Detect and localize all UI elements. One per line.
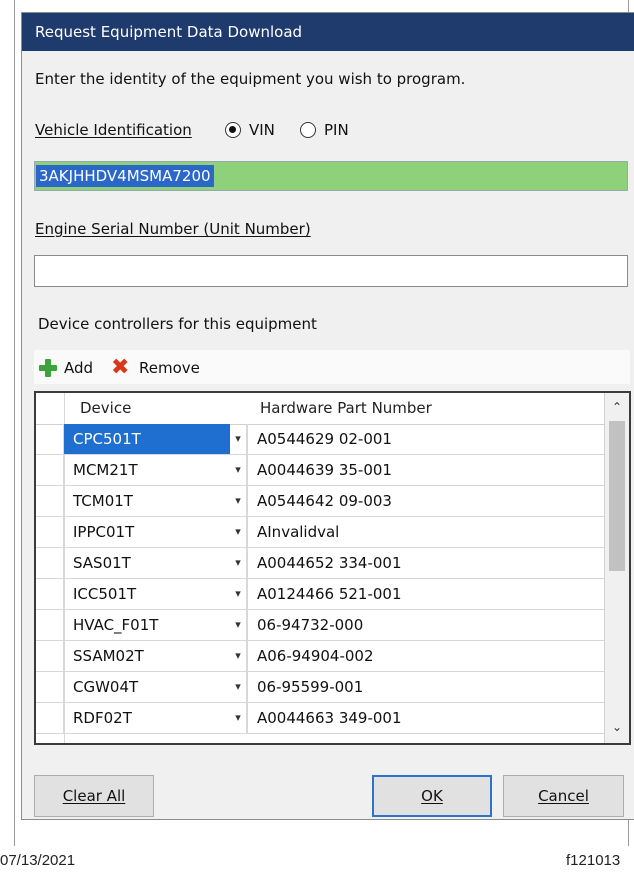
table-row[interactable]: SSAM02T ▾ A06-94904-002 [36, 641, 604, 672]
footer-figure-id: f121013 [566, 852, 621, 869]
hardware-part-cell[interactable]: A0044652 334-001 [247, 548, 604, 578]
pin-radio[interactable] [300, 122, 316, 138]
hardware-part-cell[interactable]: 06-95599-001 [247, 672, 604, 702]
table-row[interactable]: TCM01T ▾ A0544642 09-003 [36, 486, 604, 517]
dialog-title: Request Equipment Data Download [22, 13, 634, 51]
vin-selected-text: 3AKJHHDV4MSMA7200 [36, 165, 214, 187]
dropdown-arrow-icon[interactable]: ▾ [230, 548, 247, 578]
device-controllers-grid: Device Hardware Part Number CPC501T ▾ A054… [34, 391, 631, 745]
dropdown-arrow-icon[interactable]: ▾ [230, 579, 247, 609]
ok-button[interactable]: OK [372, 775, 492, 817]
table-row[interactable]: HVAC_F01T ▾ 06-94732-000 [36, 610, 604, 641]
device-cell[interactable]: HVAC_F01T [64, 610, 230, 640]
red-x-icon[interactable]: ✖ [111, 357, 129, 379]
dropdown-arrow-icon[interactable]: ▾ [230, 486, 247, 516]
row-header[interactable] [36, 610, 64, 641]
cancel-button[interactable]: Cancel [503, 775, 624, 817]
device-cell[interactable]: TCM01T [64, 486, 230, 516]
row-header[interactable] [36, 455, 64, 486]
frame-border-left [14, 0, 15, 846]
grid-scrollbar[interactable]: ⌃ ⌄ [604, 393, 629, 743]
engine-serial-input[interactable] [34, 255, 628, 287]
add-button[interactable]: Add [64, 358, 93, 378]
hardware-part-cell[interactable]: AInvalidval [247, 517, 604, 547]
hardware-part-cell[interactable]: A0544629 02-001 [247, 424, 604, 454]
device-cell[interactable]: MCM21T [64, 455, 230, 485]
device-cell[interactable]: ICC501T [64, 579, 230, 609]
vin-radio[interactable] [225, 122, 241, 138]
dropdown-arrow-icon[interactable]: ▾ [230, 703, 247, 733]
table-row[interactable]: CGW04T ▾ 06-95599-001 [36, 672, 604, 703]
hardware-part-cell[interactable]: 06-94732-000 [247, 610, 604, 640]
device-cell[interactable]: SAS01T [64, 548, 230, 578]
table-row[interactable]: IPPC01T ▾ AInvalidval [36, 517, 604, 548]
hardware-part-cell[interactable]: A0044639 35-001 [247, 455, 604, 485]
hardware-part-cell[interactable]: A0124466 521-001 [247, 579, 604, 609]
cancel-label: Cancel [538, 787, 589, 805]
table-row[interactable]: MCM21T ▾ A0044639 35-001 [36, 455, 604, 486]
row-header[interactable] [36, 579, 64, 610]
row-header[interactable] [36, 424, 64, 455]
dropdown-arrow-icon[interactable]: ▾ [230, 672, 247, 702]
table-row[interactable]: CPC501T ▾ A0544629 02-001 [36, 424, 604, 455]
row-header[interactable] [36, 486, 64, 517]
scroll-up-icon[interactable]: ⌃ [605, 395, 629, 419]
dropdown-arrow-icon[interactable]: ▾ [230, 424, 247, 454]
device-controllers-label: Device controllers for this equipment [38, 315, 317, 333]
table-row[interactable]: RDF02T ▾ A0044663 349-001 [36, 703, 604, 734]
footer-date: 07/13/2021 [0, 852, 76, 869]
pin-radio-label[interactable]: PIN [324, 120, 349, 140]
vin-input[interactable]: 3AKJHHDV4MSMA7200 [34, 161, 628, 191]
device-cell[interactable]: RDF02T [64, 703, 230, 733]
row-header[interactable] [36, 703, 64, 734]
dropdown-arrow-icon[interactable]: ▾ [230, 455, 247, 485]
row-header[interactable] [36, 641, 64, 672]
hardware-part-cell[interactable]: A06-94904-002 [247, 641, 604, 671]
engine-serial-label: Engine Serial Number (Unit Number) [35, 220, 311, 238]
scroll-down-icon[interactable]: ⌄ [605, 715, 629, 739]
remove-button[interactable]: Remove [139, 358, 200, 378]
device-cell[interactable]: SSAM02T [64, 641, 230, 671]
clear-all-button[interactable]: Clear All [34, 775, 154, 817]
hardware-part-cell[interactable]: A0544642 09-003 [247, 486, 604, 516]
column-header-hardware-part-number[interactable]: Hardware Part Number [260, 393, 432, 424]
dropdown-arrow-icon[interactable]: ▾ [230, 610, 247, 640]
row-header[interactable] [36, 548, 64, 579]
grid-header: Device Hardware Part Number [36, 393, 604, 425]
row-header[interactable] [36, 517, 64, 548]
row-header[interactable] [36, 672, 64, 703]
vehicle-identification-label: Vehicle Identification [35, 121, 192, 139]
scroll-thumb[interactable] [609, 421, 625, 571]
green-plus-icon[interactable] [39, 359, 57, 377]
column-header-device[interactable]: Device [80, 393, 131, 424]
table-row[interactable]: SAS01T ▾ A0044652 334-001 [36, 548, 604, 579]
vin-radio-label[interactable]: VIN [249, 120, 275, 140]
device-cell[interactable]: IPPC01T [64, 517, 230, 547]
instructions-text: Enter the identity of the equipment you … [35, 70, 466, 88]
ok-label: OK [421, 787, 443, 805]
device-cell[interactable]: CGW04T [64, 672, 230, 702]
request-download-dialog: Request Equipment Data Download Enter th… [21, 12, 634, 820]
dropdown-arrow-icon[interactable]: ▾ [230, 517, 247, 547]
table-row[interactable]: ICC501T ▾ A0124466 521-001 [36, 579, 604, 610]
hardware-part-cell[interactable]: A0044663 349-001 [247, 703, 604, 733]
clear-all-label: Clear All [62, 787, 126, 805]
dropdown-arrow-icon[interactable]: ▾ [230, 641, 247, 671]
device-cell[interactable]: CPC501T [64, 424, 230, 454]
